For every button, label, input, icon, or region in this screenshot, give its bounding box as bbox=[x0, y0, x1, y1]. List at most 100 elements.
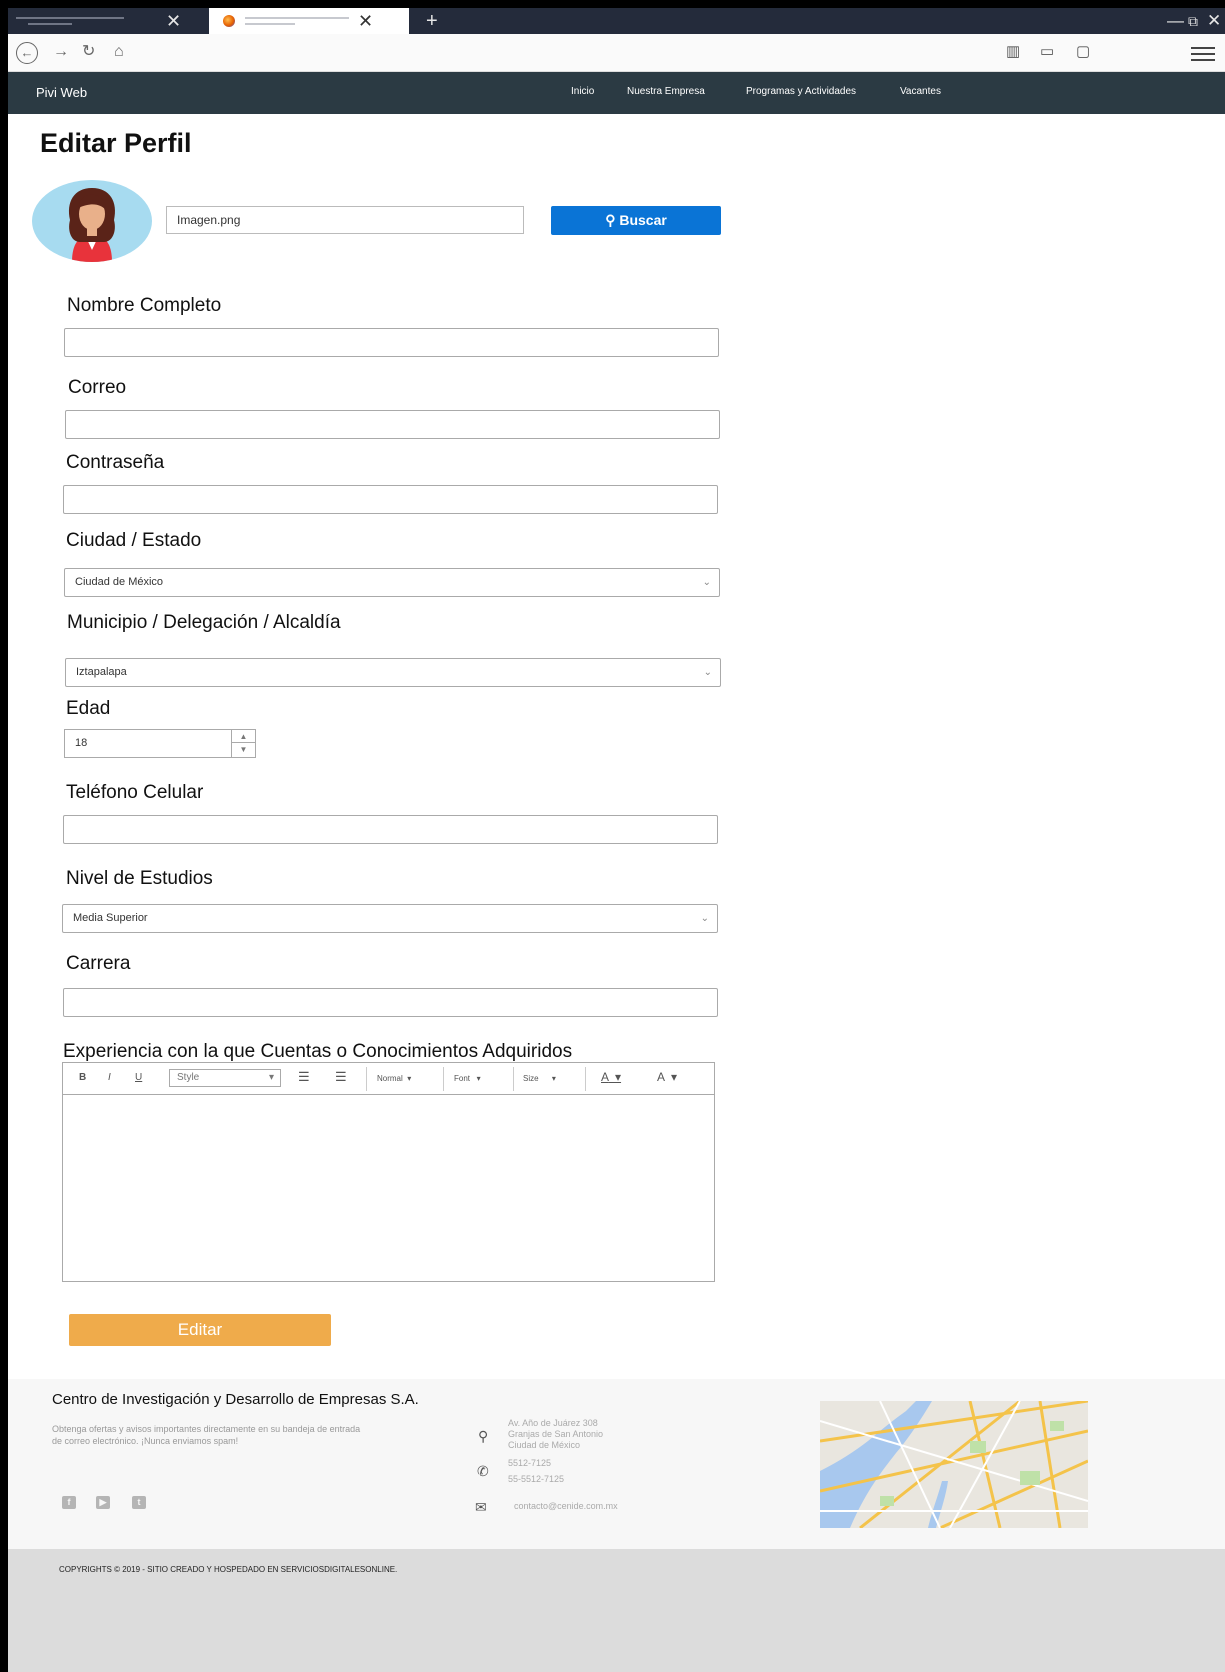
experience-editor[interactable]: B I U Style ▾ ☰ ☰ Normal ▾ Font ▾ Size ▾… bbox=[62, 1062, 715, 1282]
education-select-value: Media Superior bbox=[73, 912, 148, 924]
chevron-down-icon: ⌄ bbox=[702, 577, 711, 588]
bold-button[interactable]: B bbox=[79, 1072, 86, 1083]
address-line-2: Granjas de San Antonio bbox=[508, 1429, 604, 1439]
size-dropdown[interactable]: Size ▾ bbox=[523, 1074, 556, 1083]
size-dropdown-label: Size bbox=[523, 1074, 539, 1083]
toolbar-divider bbox=[585, 1067, 586, 1091]
toolbar-divider bbox=[513, 1067, 514, 1091]
email-input[interactable] bbox=[65, 410, 720, 439]
tab-strip: ✕ ✕ + — ⧉ ✕ bbox=[8, 8, 1225, 34]
password-input[interactable] bbox=[63, 485, 718, 514]
nav-link-inicio[interactable]: Inicio bbox=[571, 86, 594, 97]
search-button[interactable]: ⚲ Buscar bbox=[551, 206, 721, 235]
city-select-value: Ciudad de México bbox=[75, 576, 164, 588]
close-icon[interactable]: ✕ bbox=[166, 11, 181, 31]
decrement-icon[interactable]: ▼ bbox=[232, 743, 255, 756]
library-icon[interactable]: ▥ bbox=[1006, 43, 1020, 61]
career-input[interactable] bbox=[63, 988, 718, 1017]
edit-submit-button[interactable]: Editar bbox=[69, 1314, 331, 1346]
back-icon[interactable]: ← bbox=[16, 42, 38, 64]
phone-input[interactable] bbox=[63, 815, 718, 844]
tab-title-placeholder bbox=[245, 17, 349, 19]
text-color-label: A bbox=[601, 1070, 609, 1084]
tab-title-placeholder bbox=[28, 23, 72, 25]
copyright-text: COPYRIGHTS © 2019 - SITIO CREADO Y HOSPE… bbox=[59, 1565, 398, 1574]
avatar bbox=[32, 180, 152, 262]
close-icon[interactable]: ✕ bbox=[358, 11, 373, 31]
age-value: 18 bbox=[75, 737, 88, 749]
phone-icon: ✆ bbox=[477, 1463, 489, 1479]
youtube-icon[interactable]: ▶ bbox=[96, 1496, 110, 1509]
education-label: Nivel de Estudios bbox=[66, 868, 213, 889]
footer-address: Av. Año de Juárez 308 Granjas de San Ant… bbox=[508, 1418, 603, 1451]
footer-phone-2: 55-5512-7125 bbox=[508, 1474, 565, 1484]
location-pin-icon: ⚲ bbox=[478, 1428, 489, 1444]
style-dropdown[interactable]: Style ▾ bbox=[169, 1069, 281, 1087]
city-select[interactable]: Ciudad de México ⌄ bbox=[64, 568, 720, 597]
home-icon[interactable]: ⌂ bbox=[114, 43, 124, 61]
bullet-list-icon[interactable]: ☰ bbox=[335, 1069, 347, 1085]
reader-view-icon[interactable]: ▭ bbox=[1040, 43, 1054, 61]
phone-label: Teléfono Celular bbox=[66, 782, 204, 803]
increment-icon[interactable]: ▲ bbox=[232, 730, 255, 743]
chevron-down-icon: ⌄ bbox=[700, 913, 709, 924]
font-dropdown-label: Font bbox=[454, 1074, 471, 1083]
image-file-input[interactable]: Imagen.png bbox=[166, 206, 524, 234]
location-map[interactable] bbox=[820, 1401, 1088, 1528]
new-tab-icon[interactable]: + bbox=[426, 10, 438, 32]
facebook-icon[interactable]: f bbox=[62, 1496, 76, 1509]
municipality-select[interactable]: Iztapalapa ⌄ bbox=[65, 658, 721, 687]
restore-icon[interactable]: ⧉ bbox=[1188, 11, 1198, 31]
italic-button[interactable]: I bbox=[108, 1072, 111, 1083]
municipality-select-value: Iztapalapa bbox=[76, 666, 127, 678]
address-line-3: Ciudad de México bbox=[508, 1440, 581, 1450]
toolbar-divider bbox=[366, 1067, 367, 1091]
sidebar-icon[interactable]: ▢ bbox=[1076, 43, 1090, 61]
footer-email[interactable]: contacto@cenide.com.mx bbox=[514, 1501, 618, 1512]
age-stepper[interactable]: 18 ▲ ▼ bbox=[64, 729, 256, 758]
ordered-list-icon[interactable]: ☰ bbox=[298, 1069, 310, 1085]
experience-label: Experiencia con la que Cuentas o Conocim… bbox=[63, 1041, 573, 1062]
editor-toolbar: B I U Style ▾ ☰ ☰ Normal ▾ Font ▾ Size ▾… bbox=[63, 1063, 714, 1095]
education-select[interactable]: Media Superior ⌄ bbox=[62, 904, 718, 933]
browser-toolbar: ← → ↻ ⌂ ▥ ▭ ▢ bbox=[8, 34, 1225, 72]
site-header: Pivi Web Inicio Nuestra Empresa Programa… bbox=[8, 72, 1225, 114]
footer: Centro de Investigación y Desarrollo de … bbox=[8, 1379, 1225, 1549]
tab-title-placeholder bbox=[245, 23, 295, 25]
page-title: Editar Perfil bbox=[40, 128, 192, 158]
twitter-icon[interactable]: t bbox=[132, 1496, 146, 1509]
tab-inactive[interactable]: ✕ bbox=[8, 8, 208, 34]
background-color-label: A bbox=[657, 1070, 665, 1084]
age-spinner[interactable]: ▲ ▼ bbox=[231, 730, 255, 757]
site-brand[interactable]: Pivi Web bbox=[36, 85, 87, 100]
career-label: Carrera bbox=[66, 953, 131, 974]
footer-newsletter-text: Obtenga ofertas y avisos importantes dir… bbox=[52, 1424, 361, 1446]
full-name-label: Nombre Completo bbox=[67, 295, 222, 316]
background-color-button[interactable]: A ▾ bbox=[657, 1070, 677, 1084]
search-button-label: Buscar bbox=[619, 212, 667, 228]
menu-icon[interactable] bbox=[1191, 47, 1215, 65]
municipality-label: Municipio / Delegación / Alcaldía bbox=[67, 612, 341, 633]
nav-link-programas[interactable]: Programas y Actividades bbox=[746, 86, 856, 97]
underline-button[interactable]: U bbox=[135, 1072, 142, 1083]
email-label: Correo bbox=[68, 377, 127, 398]
chevron-down-icon: ▾ bbox=[268, 1072, 274, 1083]
full-name-input[interactable] bbox=[64, 328, 719, 357]
minimize-icon[interactable]: — bbox=[1167, 11, 1184, 31]
reload-icon[interactable]: ↻ bbox=[82, 43, 95, 61]
tab-active[interactable]: ✕ bbox=[209, 8, 409, 34]
copyright-bar: COPYRIGHTS © 2019 - SITIO CREADO Y HOSPE… bbox=[8, 1549, 1225, 1672]
nav-link-vacantes[interactable]: Vacantes bbox=[900, 86, 941, 97]
text-color-button[interactable]: A ▾ bbox=[601, 1070, 621, 1084]
search-icon: ⚲ bbox=[605, 212, 616, 228]
password-label: Contraseña bbox=[66, 452, 165, 473]
forward-icon[interactable]: → bbox=[53, 43, 69, 61]
font-dropdown[interactable]: Font ▾ bbox=[454, 1074, 481, 1083]
address-line-1: Av. Año de Juárez 308 bbox=[508, 1418, 598, 1428]
nav-link-nuestra-empresa[interactable]: Nuestra Empresa bbox=[627, 86, 705, 97]
footer-company-name: Centro de Investigación y Desarrollo de … bbox=[52, 1391, 419, 1408]
toolbar-divider bbox=[443, 1067, 444, 1091]
format-dropdown[interactable]: Normal ▾ bbox=[377, 1074, 411, 1083]
window-close-icon[interactable]: ✕ bbox=[1207, 11, 1221, 31]
browser-favicon-icon bbox=[223, 15, 235, 27]
